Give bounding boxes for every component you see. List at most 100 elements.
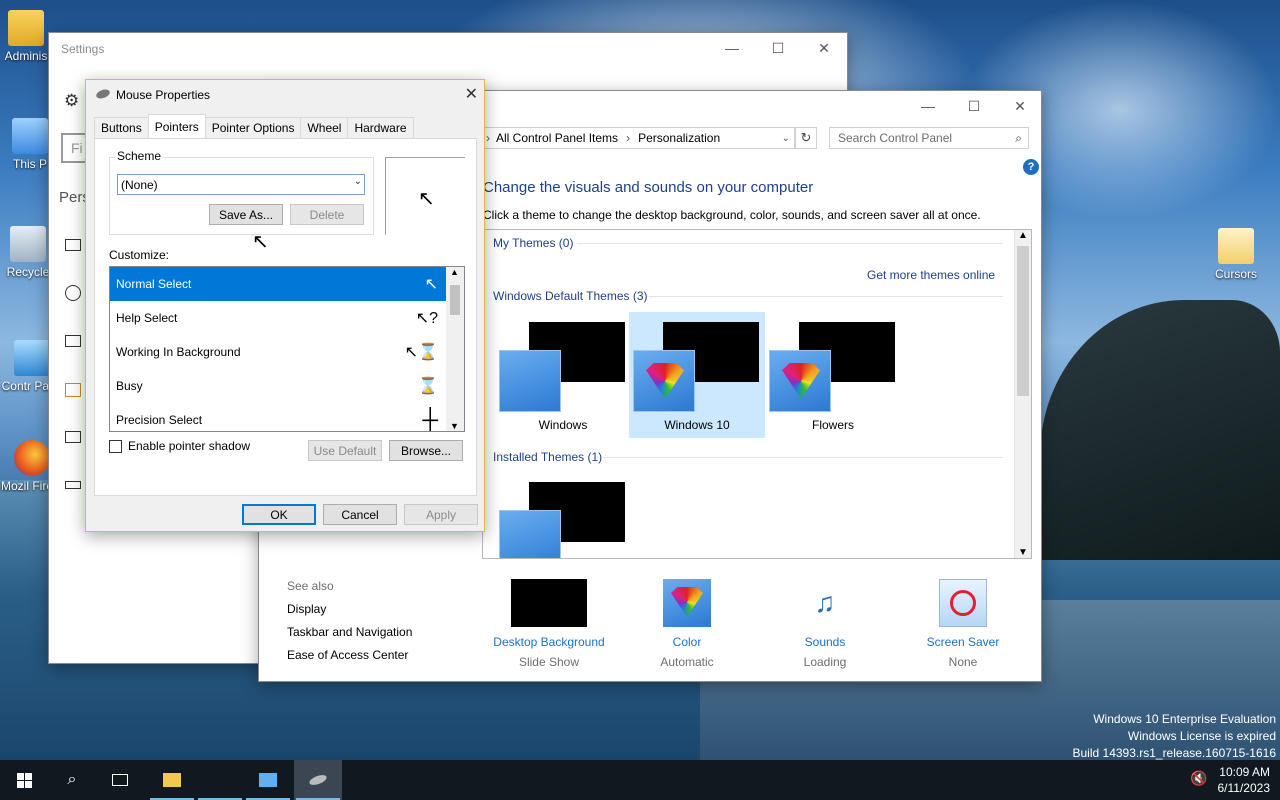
chevron-down-icon[interactable]: ▼ xyxy=(450,421,459,431)
tab-pointer-options[interactable]: Pointer Options xyxy=(204,117,302,138)
list-item[interactable]: Help Select ↖? xyxy=(110,301,446,335)
list-item[interactable]: Precision Select ┼ xyxy=(110,403,446,432)
theme-windows-10[interactable]: Windows 10 xyxy=(629,312,765,438)
checkbox-box[interactable] xyxy=(109,439,122,453)
search-placeholder: Search Control Panel xyxy=(838,131,953,145)
color-icon xyxy=(663,579,711,627)
lock-screen-icon[interactable] xyxy=(65,335,81,347)
search-input[interactable]: Search Control Panel ⌕ xyxy=(829,127,1029,149)
save-as-button[interactable]: Save As... xyxy=(209,204,283,225)
color-item[interactable]: Color Automatic xyxy=(627,579,747,669)
sounds-item[interactable]: ♫ Sounds Loading xyxy=(765,579,885,669)
task-view-button[interactable] xyxy=(96,760,144,800)
pointer-name: Help Select xyxy=(116,311,178,325)
tab-wheel[interactable]: Wheel xyxy=(300,117,349,138)
task-view-icon xyxy=(112,774,128,786)
picture-icon[interactable] xyxy=(65,239,81,251)
working-cursor-icon: ↖⌛ xyxy=(404,344,438,361)
clock-time: 10:09 AM xyxy=(1219,765,1270,779)
clock[interactable]: 10:09 AM 6/11/2023 xyxy=(1218,764,1271,796)
color-wheel-icon xyxy=(646,363,684,399)
refresh-button[interactable]: ↻ xyxy=(795,127,817,149)
cancel-button[interactable]: Cancel xyxy=(323,504,397,525)
themes-list[interactable]: My Themes (0) Get more themes online Win… xyxy=(482,229,1032,559)
taskbar-icon[interactable] xyxy=(65,481,81,489)
chevron-down-icon[interactable]: ▼ xyxy=(1018,547,1028,558)
chevron-up-icon[interactable]: ▲ xyxy=(450,267,459,277)
palette-icon[interactable] xyxy=(65,285,81,301)
maximize-button[interactable]: ☐ xyxy=(755,33,801,63)
see-also-heading: See also xyxy=(287,579,334,593)
start-button[interactable] xyxy=(0,760,48,800)
minimize-button[interactable]: — xyxy=(905,91,951,121)
watermark-line: Windows License is expired xyxy=(1127,729,1276,743)
list-item[interactable]: Busy ⌛ xyxy=(110,369,446,403)
pointer-name: Normal Select xyxy=(116,277,192,291)
tab-pointers[interactable]: Pointers xyxy=(147,114,206,138)
theme-installed[interactable] xyxy=(495,472,631,558)
address-bar[interactable]: › All Control Panel Items › Personalizat… xyxy=(481,127,795,149)
apply-button[interactable]: Apply xyxy=(404,504,478,525)
chevron-down-icon[interactable]: ⌄ xyxy=(782,133,790,144)
pointer-shadow-checkbox[interactable]: Enable pointer shadow xyxy=(109,439,250,453)
theme-flowers[interactable]: Flowers xyxy=(765,312,901,438)
gear-icon[interactable]: ⚙ xyxy=(64,91,79,111)
hourglass-cursor-icon: ⌛ xyxy=(418,378,438,395)
desktop-icon-label: This P xyxy=(12,157,47,171)
close-button[interactable]: ✕ xyxy=(801,33,847,63)
volume-muted-icon[interactable]: 🔇 xyxy=(1190,770,1207,787)
taskbar-control-panel[interactable] xyxy=(244,760,292,800)
page-subtitle: Click a theme to change the desktop back… xyxy=(483,208,981,222)
display-link[interactable]: Display xyxy=(287,602,326,616)
breadcrumb-item[interactable]: Personalization xyxy=(638,131,720,145)
crosshair-cursor-icon: ┼ xyxy=(422,407,438,432)
minimize-button[interactable]: — xyxy=(709,33,755,63)
sounds-icon: ♫ xyxy=(814,587,836,618)
search-icon: ⌕ xyxy=(67,771,77,788)
help-icon[interactable]: ? xyxy=(1023,159,1039,175)
scheme-label: Scheme xyxy=(115,149,164,163)
item-sublabel: Slide Show xyxy=(518,655,580,669)
start-icon[interactable] xyxy=(65,431,81,443)
pointer-list[interactable]: Normal Select ↖ Help Select ↖? Working I… xyxy=(109,266,465,432)
search-button[interactable]: ⌕ xyxy=(48,760,96,800)
breadcrumb-item[interactable]: All Control Panel Items xyxy=(496,131,618,145)
item-label: Sounds xyxy=(804,635,846,649)
close-button[interactable]: ✕ xyxy=(997,91,1043,121)
mouse-properties-dialog[interactable]: Mouse Properties ✕ Buttons Pointers Poin… xyxy=(85,79,485,532)
list-item[interactable]: Normal Select ↖ xyxy=(110,267,446,301)
item-sublabel: None xyxy=(948,655,978,669)
scheme-select[interactable]: (None) ⌄ xyxy=(117,174,365,195)
scrollbar-thumb[interactable] xyxy=(450,285,460,315)
theme-windows[interactable]: Windows xyxy=(495,312,631,438)
vertical-scrollbar[interactable]: ▲ ▼ xyxy=(446,267,464,431)
close-button[interactable]: ✕ xyxy=(465,84,478,104)
ok-button[interactable]: OK xyxy=(242,504,316,525)
tab-buttons[interactable]: Buttons xyxy=(94,117,149,138)
scrollbar-thumb[interactable] xyxy=(1017,246,1029,396)
taskbar-mouse-properties[interactable] xyxy=(294,760,342,800)
desktop-icon-cursors[interactable]: Cursors xyxy=(1200,228,1272,281)
theme-name: Windows 10 xyxy=(664,418,730,432)
themes-icon[interactable] xyxy=(65,383,81,397)
screen-saver-item[interactable]: Screen Saver None xyxy=(903,579,1023,669)
taskbar-settings[interactable] xyxy=(196,760,244,800)
windows-logo-icon xyxy=(16,772,32,788)
use-default-button[interactable]: Use Default xyxy=(308,440,382,461)
theme-color-preview xyxy=(633,350,695,412)
chevron-up-icon[interactable]: ▲ xyxy=(1018,230,1028,241)
watermark-line: Build 14393.rs1_release.160715-1616 xyxy=(1072,746,1277,760)
get-more-themes-link[interactable]: Get more themes online xyxy=(867,268,995,282)
browse-button[interactable]: Browse... xyxy=(389,440,463,461)
taskbar-file-explorer[interactable] xyxy=(148,760,196,800)
list-item[interactable]: Working In Background ↖⌛ xyxy=(110,335,446,369)
vertical-scrollbar[interactable]: ▲ ▼ xyxy=(1014,230,1031,558)
tab-hardware[interactable]: Hardware xyxy=(347,117,414,138)
delete-button[interactable]: Delete xyxy=(290,204,364,225)
arrow-cursor-icon: ↖ xyxy=(418,188,435,210)
taskbar-navigation-link[interactable]: Taskbar and Navigation xyxy=(287,625,412,639)
desktop-background-item[interactable]: Desktop Background Slide Show xyxy=(489,579,609,669)
maximize-button[interactable]: ☐ xyxy=(951,91,997,121)
firefox-icon xyxy=(14,440,50,476)
ease-of-access-link[interactable]: Ease of Access Center xyxy=(287,648,408,662)
